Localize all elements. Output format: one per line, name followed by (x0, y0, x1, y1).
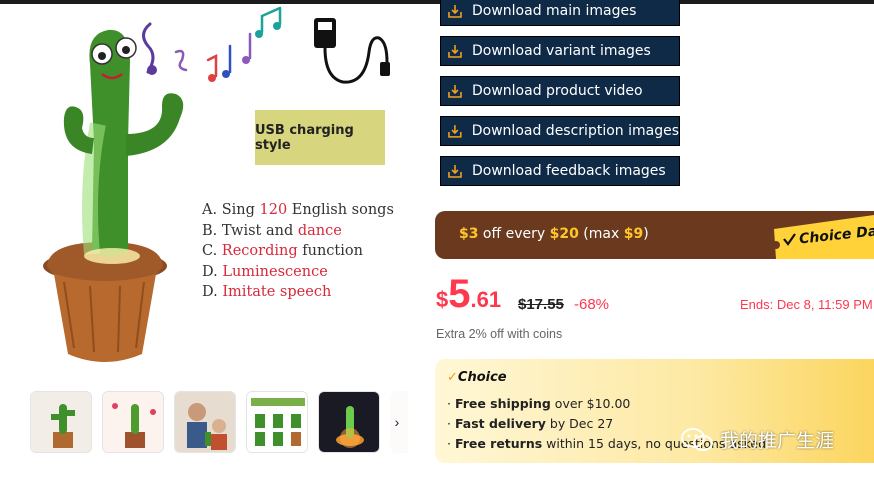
main-product-image[interactable]: USB charging style A. Sing 120 English s… (30, 4, 410, 376)
download-label: Download variant images (472, 43, 651, 59)
feature-text: D. (202, 284, 223, 301)
download-icon (448, 5, 462, 18)
promo-text-part: off every (478, 226, 550, 242)
download-feedback-images-button[interactable]: Download feedback images (440, 156, 680, 186)
download-main-images-button[interactable]: Download main images (440, 0, 680, 26)
feature-item: D. Luminescence (202, 262, 394, 283)
feature-item: D. Imitate speech (202, 282, 394, 303)
feature-text: A. Sing (202, 202, 260, 218)
original-price: $17.55 (518, 296, 564, 313)
thumbnail-image (319, 392, 379, 452)
choice-logo-text: Choice (457, 370, 507, 385)
download-label: Download description images (471, 123, 679, 139)
download-icon (448, 45, 462, 58)
feature-text: D. (202, 263, 223, 280)
price-integer: 5 (448, 272, 471, 316)
thumbnail-image (247, 392, 307, 452)
usb-charging-text: USB charging style (255, 122, 354, 153)
wechat-icon (681, 427, 713, 451)
download-label: Download main images (472, 3, 637, 19)
price-decimal: .61 (470, 287, 502, 312)
promo-max: $9 (623, 226, 644, 242)
feature-item: A. Sing 120 English songs (202, 200, 394, 221)
watermark-text: 我的推广生涯 (720, 430, 835, 452)
feature-text: function (297, 243, 363, 260)
benefit-free-shipping: · Free shipping over $10.00 (447, 396, 631, 411)
feature-highlight: Imitate speech (222, 284, 332, 301)
choice-logo: ✓Choice (447, 370, 507, 385)
dancing-cactus-illustration (43, 6, 390, 362)
price-currency: $ (436, 287, 449, 312)
checkmark-icon: ✓ (447, 370, 458, 385)
thumbnail-strip: › (30, 391, 408, 453)
promo-text-part: ) (643, 226, 649, 242)
download-product-video-button[interactable]: Download product video (440, 76, 680, 106)
feature-text: English songs (287, 202, 394, 218)
benefit-title: Fast delivery (454, 416, 546, 431)
download-description-images-button[interactable]: Download description images (440, 116, 680, 146)
feature-highlight: dance (297, 222, 342, 239)
feature-text: C. (202, 243, 222, 260)
thumbnail-1[interactable] (30, 391, 92, 453)
benefit-detail: over $10.00 (550, 396, 631, 411)
sale-end-time: Ends: Dec 8, 11:59 PM P (740, 297, 874, 312)
download-icon (448, 125, 462, 138)
usb-charging-label: USB charging style (255, 110, 385, 165)
feature-highlight: Luminescence (222, 263, 328, 280)
thumbnail-image (175, 392, 235, 452)
coins-discount-text: Extra 2% off with coins (436, 327, 563, 341)
thumbnail-image (103, 392, 163, 452)
promo-threshold: $20 (549, 226, 579, 242)
thumbnail-3[interactable] (174, 391, 236, 453)
download-label: Download feedback images (472, 163, 666, 179)
thumbnail-2[interactable] (102, 391, 164, 453)
promo-text-part: (max (578, 226, 624, 242)
feature-item: C. Recording function (202, 241, 394, 262)
feature-highlight: Recording (221, 243, 298, 260)
download-icon (448, 85, 462, 98)
download-label: Download product video (472, 83, 643, 99)
download-variant-images-button[interactable]: Download variant images (440, 36, 680, 66)
benefit-fast-delivery: · Fast delivery by Dec 27 (447, 416, 614, 431)
benefit-title: Free returns (454, 436, 543, 451)
choice-day-badge: Choice Day (762, 215, 874, 259)
thumbnail-next-arrow-icon[interactable]: › (386, 391, 408, 453)
discount-percent: -68% (574, 296, 610, 313)
thumbnail-image (31, 392, 91, 452)
benefit-detail: by Dec 27 (545, 416, 614, 431)
promo-text: $3 off every $20 (max $9) (459, 226, 649, 242)
promo-amount: $3 (459, 226, 479, 242)
feature-item: B. Twist and dance (202, 221, 394, 242)
benefit-title: Free shipping (454, 396, 551, 411)
feature-highlight: 120 (259, 202, 288, 218)
thumbnail-5[interactable] (318, 391, 380, 453)
download-icon (448, 165, 462, 178)
current-price: $5.61 (436, 272, 501, 317)
thumbnail-4[interactable] (246, 391, 308, 453)
feature-list: A. Sing 120 English songs B. Twist and d… (202, 200, 394, 303)
wechat-watermark: 我的推广生涯 (680, 426, 834, 453)
feature-text: B. Twist and (202, 222, 298, 239)
